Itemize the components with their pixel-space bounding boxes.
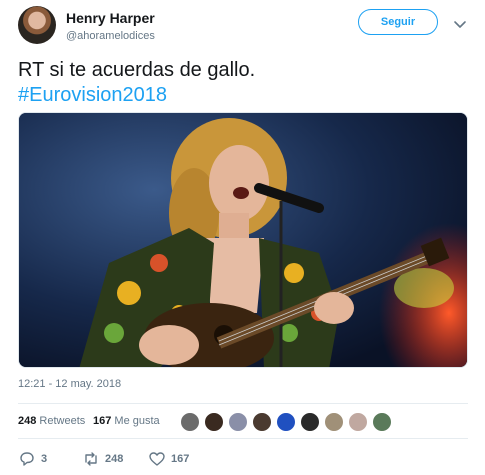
retweets-label: Retweets [39, 415, 86, 427]
avatar[interactable] [252, 412, 272, 432]
reply-count: 3 [41, 453, 48, 465]
divider [18, 403, 468, 404]
tweet-header: Henry Harper @ahoramelodices Seguir [18, 6, 473, 46]
avatar[interactable] [348, 412, 368, 432]
likes-stat[interactable]: 167 Me gusta [93, 415, 160, 427]
caret-down-icon[interactable] [452, 16, 468, 32]
tweet-stats: 248 Retweets 167 Me gusta [18, 408, 468, 436]
avatar[interactable] [276, 412, 296, 432]
tweet-actions: 3 248 167 [18, 448, 468, 470]
likes-label: Me gusta [114, 415, 160, 427]
tweet-timestamp[interactable]: 12:21 - 12 may. 2018 [18, 378, 121, 390]
retweet-icon [85, 452, 97, 466]
avatar[interactable] [180, 412, 200, 432]
like-count: 167 [171, 453, 190, 465]
avatar[interactable] [372, 412, 392, 432]
retweet-count: 248 [105, 453, 124, 465]
heart-icon [149, 452, 165, 466]
divider [18, 438, 468, 439]
user-handle[interactable]: @ahoramelodices [66, 30, 155, 42]
retweets-stat[interactable]: 248 Retweets [18, 415, 85, 427]
tweet-text: RT si te acuerdas de gallo. #Eurovision2… [18, 58, 468, 108]
tweet-body: RT si te acuerdas de gallo. [18, 59, 256, 81]
user-name[interactable]: Henry Harper [66, 10, 155, 26]
follow-button[interactable]: Seguir [358, 9, 438, 35]
avatar[interactable] [324, 412, 344, 432]
photo-illustration [19, 113, 467, 367]
avatar[interactable] [300, 412, 320, 432]
avatar[interactable] [204, 412, 224, 432]
avatar[interactable] [18, 6, 56, 44]
tweet-photo[interactable] [18, 112, 468, 368]
hashtag-link[interactable]: #Eurovision2018 [18, 83, 468, 108]
retweets-count: 248 [18, 415, 37, 427]
likers-avatars [174, 410, 394, 434]
reply-icon [20, 452, 34, 466]
likes-count: 167 [93, 415, 112, 427]
avatar[interactable] [228, 412, 248, 432]
